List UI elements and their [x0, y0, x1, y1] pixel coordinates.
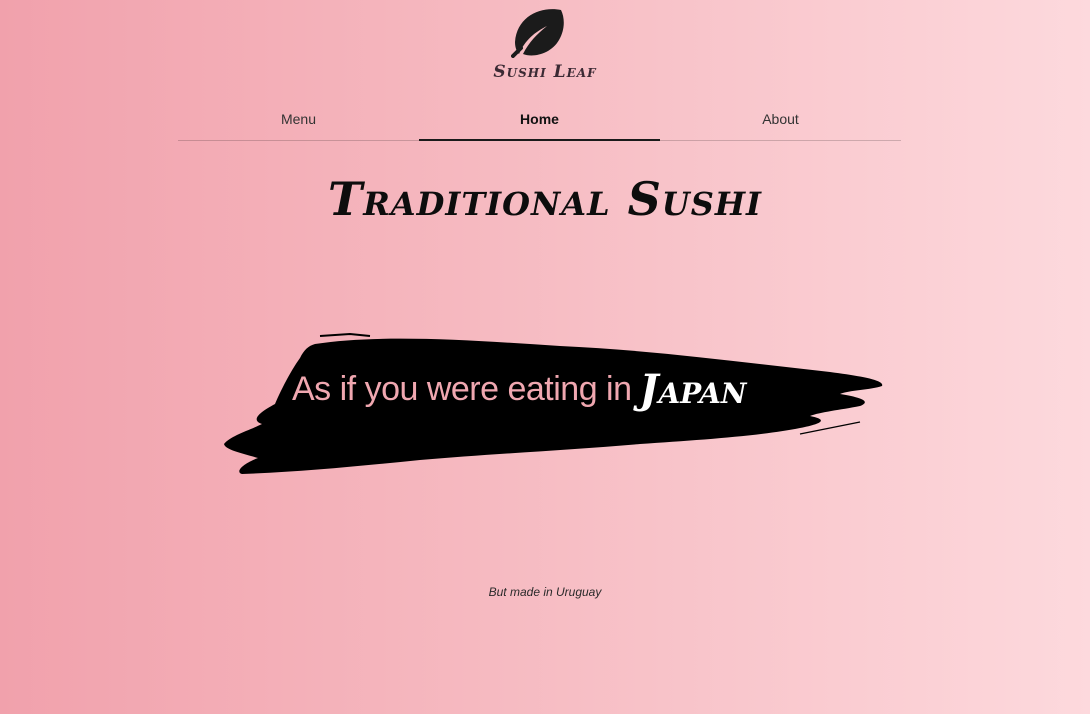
tab-about[interactable]: About — [660, 100, 901, 140]
main-nav: Menu Home About — [178, 100, 901, 141]
tagline-main-text: As if you were eating in — [292, 370, 632, 408]
brand-name[interactable]: Sushi Leaf — [0, 62, 1090, 82]
tagline-accent-text: Japan — [639, 366, 747, 413]
hero-subtext: But made in Uruguay — [488, 585, 602, 599]
leaf-icon[interactable] — [511, 8, 567, 58]
tab-home[interactable]: Home — [419, 100, 660, 141]
tab-menu[interactable]: Menu — [178, 100, 419, 140]
hero-tagline: As if you were eating in Japan — [292, 366, 812, 422]
hero-title: Traditional Sushi — [327, 172, 763, 226]
